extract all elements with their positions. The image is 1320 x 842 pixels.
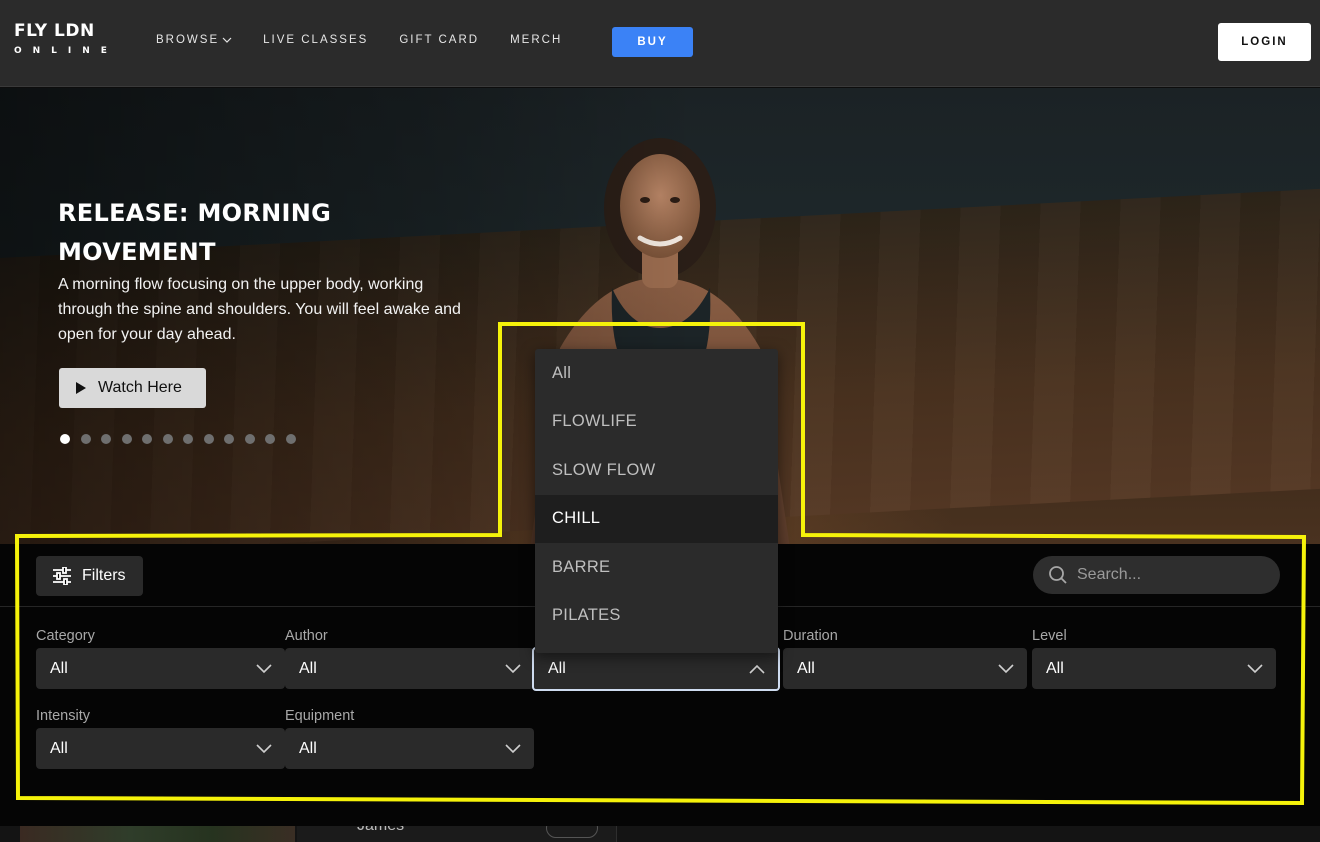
dropdown-option-all[interactable]: All bbox=[535, 349, 778, 398]
chevron-up-icon bbox=[749, 664, 765, 674]
nav-merch[interactable]: MERCH bbox=[510, 34, 562, 46]
nav-live-classes[interactable]: LIVE CLASSES bbox=[263, 34, 368, 46]
carousel-dot-12[interactable] bbox=[285, 434, 296, 444]
author-value: All bbox=[299, 659, 317, 677]
author-filter: Author All bbox=[285, 628, 534, 689]
class-author-name: James bbox=[357, 826, 404, 835]
duration-filter: Duration All bbox=[783, 628, 1027, 689]
chevron-down-icon bbox=[505, 663, 521, 673]
duration-value: All bbox=[797, 659, 815, 677]
chevron-down-icon bbox=[998, 663, 1014, 673]
nav-browse[interactable]: BROWSE bbox=[156, 34, 232, 46]
hero-title: RELEASE: MORNING MOVEMENT bbox=[58, 199, 332, 266]
chevron-down-icon bbox=[256, 663, 272, 673]
carousel-dot-4[interactable] bbox=[121, 434, 132, 444]
carousel-dot-9[interactable] bbox=[224, 434, 234, 444]
level-value: All bbox=[1046, 659, 1064, 677]
chevron-down-icon bbox=[256, 743, 272, 753]
duration-label: Duration bbox=[783, 628, 838, 644]
level-filter: Level All bbox=[1032, 628, 1276, 689]
intensity-value: All bbox=[50, 739, 68, 757]
watch-here-button[interactable]: Watch Here bbox=[59, 368, 206, 408]
hero-description: A morning flow focusing on the upper bod… bbox=[58, 276, 461, 343]
class-thumbnail[interactable] bbox=[20, 826, 295, 842]
class-type-select[interactable]: All bbox=[532, 647, 780, 691]
class-type-dropdown-menu: All FLOWLIFE SLOW FLOW CHILL BARRE PILAT… bbox=[535, 349, 778, 653]
search-input[interactable] bbox=[1077, 566, 1267, 584]
dropdown-option-pilates[interactable]: PILATES bbox=[535, 592, 778, 641]
carousel-dot-8[interactable] bbox=[203, 434, 214, 444]
class-list-peek: James bbox=[0, 826, 1320, 842]
class-badge bbox=[546, 826, 598, 838]
carousel-dots bbox=[60, 434, 306, 444]
nav-gift-card[interactable]: GIFT CARD bbox=[399, 34, 479, 46]
nav-browse-label: BROWSE bbox=[156, 34, 220, 46]
carousel-dot-7[interactable] bbox=[183, 434, 193, 444]
author-label: Author bbox=[285, 628, 328, 644]
category-select[interactable]: All bbox=[36, 648, 285, 689]
equipment-value: All bbox=[299, 739, 317, 757]
filters-button[interactable]: Filters bbox=[36, 556, 143, 596]
carousel-dot-1[interactable] bbox=[60, 434, 70, 444]
logo-title: FLY LDN bbox=[14, 21, 95, 41]
intensity-select[interactable]: All bbox=[36, 728, 285, 769]
nav-links: BROWSE LIVE CLASSES GIFT CARD MERCH bbox=[156, 34, 593, 46]
carousel-dot-3[interactable] bbox=[101, 434, 111, 444]
filters-label: Filters bbox=[82, 567, 126, 584]
sliders-icon bbox=[53, 567, 71, 585]
carousel-dot-11[interactable] bbox=[265, 434, 275, 444]
watch-here-label: Watch Here bbox=[98, 379, 182, 396]
category-filter: Category All bbox=[36, 628, 285, 689]
carousel-dot-5[interactable] bbox=[142, 434, 152, 444]
carousel-dot-10[interactable] bbox=[244, 434, 255, 444]
intensity-filter: Intensity All bbox=[36, 708, 285, 769]
search-icon bbox=[1049, 566, 1067, 584]
dropdown-option-flowlife[interactable]: FLOWLIFE bbox=[535, 398, 778, 447]
carousel-dot-2[interactable] bbox=[80, 434, 91, 444]
carousel-dot-6[interactable] bbox=[162, 434, 173, 444]
chevron-down-icon bbox=[505, 743, 521, 753]
fly-ldn-logo[interactable]: FLY LDN ONLINE bbox=[14, 21, 134, 57]
category-label: Category bbox=[36, 628, 95, 644]
equipment-select[interactable]: All bbox=[285, 728, 534, 769]
hero-text-block: RELEASE: MORNING MOVEMENT A morning flow… bbox=[58, 194, 478, 347]
chevron-down-icon bbox=[222, 37, 232, 43]
logo-subtitle: ONLINE bbox=[14, 46, 118, 56]
dropdown-option-slow-flow[interactable]: SLOW FLOW bbox=[535, 446, 778, 495]
search-box[interactable] bbox=[1033, 556, 1280, 594]
level-select[interactable]: All bbox=[1032, 648, 1276, 689]
author-select[interactable]: All bbox=[285, 648, 534, 689]
login-button[interactable]: LOGIN bbox=[1218, 23, 1311, 61]
dropdown-option-chill[interactable]: CHILL bbox=[535, 494, 778, 543]
class-type-value: All bbox=[548, 660, 566, 677]
equipment-label: Equipment bbox=[285, 708, 355, 724]
category-value: All bbox=[50, 659, 68, 677]
level-label: Level bbox=[1032, 628, 1067, 644]
play-icon bbox=[76, 382, 86, 394]
equipment-filter: Equipment All bbox=[285, 708, 534, 769]
duration-select[interactable]: All bbox=[783, 648, 1027, 689]
dropdown-option-barre[interactable]: BARRE bbox=[535, 543, 778, 592]
intensity-label: Intensity bbox=[36, 708, 90, 724]
chevron-down-icon bbox=[1247, 663, 1263, 673]
buy-button[interactable]: BUY bbox=[612, 27, 693, 57]
top-navigation-bar: FLY LDN ONLINE BROWSE LIVE CLASSES GIFT … bbox=[0, 0, 1320, 87]
